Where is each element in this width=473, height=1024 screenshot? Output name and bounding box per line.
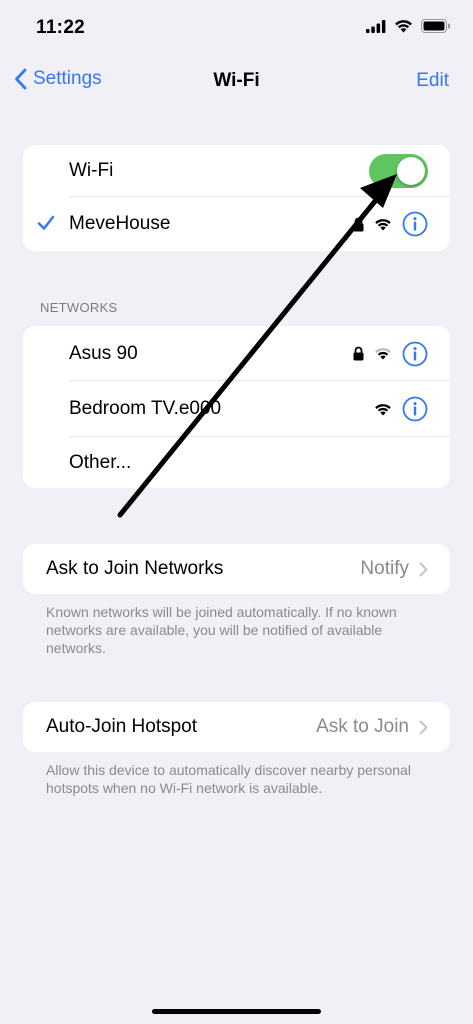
wifi-signal-icon: [375, 348, 391, 360]
other-network-row[interactable]: Other...: [23, 437, 450, 488]
network-status-icons: [353, 341, 428, 367]
info-icon[interactable]: [402, 341, 428, 367]
wifi-icon: [395, 20, 412, 33]
other-network-label: Other...: [69, 451, 132, 473]
auto-join-footer: Allow this device to automatically disco…: [46, 762, 411, 796]
auto-join-row[interactable]: Auto-Join Hotspot Ask to Join: [23, 702, 450, 752]
lock-icon: [353, 217, 364, 231]
auto-join-value-group: Ask to Join: [316, 716, 428, 738]
wifi-signal-icon: [375, 218, 391, 231]
wifi-toggle-label: Wi-Fi: [69, 160, 114, 181]
status-bar: 11:22: [0, 0, 473, 56]
auto-join-card: Auto-Join Hotspot Ask to Join: [23, 702, 450, 752]
ask-to-join-value-group: Notify: [360, 558, 428, 580]
chevron-right-icon: [419, 720, 428, 734]
connected-network-name: MeveHouse: [69, 213, 171, 234]
cellular-signal-icon: [366, 19, 386, 33]
status-time: 11:22: [36, 17, 86, 38]
network-status-icons: [374, 396, 428, 422]
networks-section-header: NETWORKS: [40, 300, 118, 315]
ask-to-join-footer: Known networks will be joined automatica…: [46, 604, 397, 656]
page-title: Wi-Fi: [213, 70, 260, 91]
network-name: Bedroom TV.e000: [69, 398, 222, 419]
info-icon[interactable]: [402, 396, 428, 422]
network-status-icons: [353, 211, 428, 237]
auto-join-value: Ask to Join: [316, 716, 409, 737]
navigation-bar: Settings Wi-Fi Edit: [0, 60, 473, 104]
checkmark-icon: [37, 215, 55, 230]
toggle-knob: [397, 157, 425, 185]
home-indicator[interactable]: [152, 1009, 321, 1014]
ask-to-join-value: Notify: [360, 558, 409, 579]
wifi-card: Wi-Fi MeveHouse: [23, 145, 450, 251]
ask-to-join-row[interactable]: Ask to Join Networks Notify: [23, 544, 450, 594]
info-icon[interactable]: [402, 211, 428, 237]
battery-icon: [421, 19, 450, 33]
auto-join-label: Auto-Join Hotspot: [46, 716, 198, 737]
edit-button[interactable]: Edit: [416, 70, 449, 92]
network-name: Asus 90: [69, 342, 138, 364]
lock-icon: [353, 346, 364, 361]
chevron-right-icon: [419, 562, 428, 576]
wifi-toggle[interactable]: [369, 154, 428, 188]
wifi-toggle-row: Wi-Fi: [23, 145, 450, 197]
ask-to-join-card: Ask to Join Networks Notify: [23, 544, 450, 594]
network-row[interactable]: Bedroom TV.e000: [23, 381, 450, 437]
status-icons: [366, 19, 451, 33]
connected-network-row[interactable]: MeveHouse: [23, 197, 450, 251]
networks-card: Asus 90 Bedroom TV.e000 Other...: [23, 326, 450, 488]
ask-to-join-label: Ask to Join Networks: [46, 558, 224, 579]
wifi-signal-icon: [375, 403, 391, 416]
network-row[interactable]: Asus 90: [23, 326, 450, 381]
